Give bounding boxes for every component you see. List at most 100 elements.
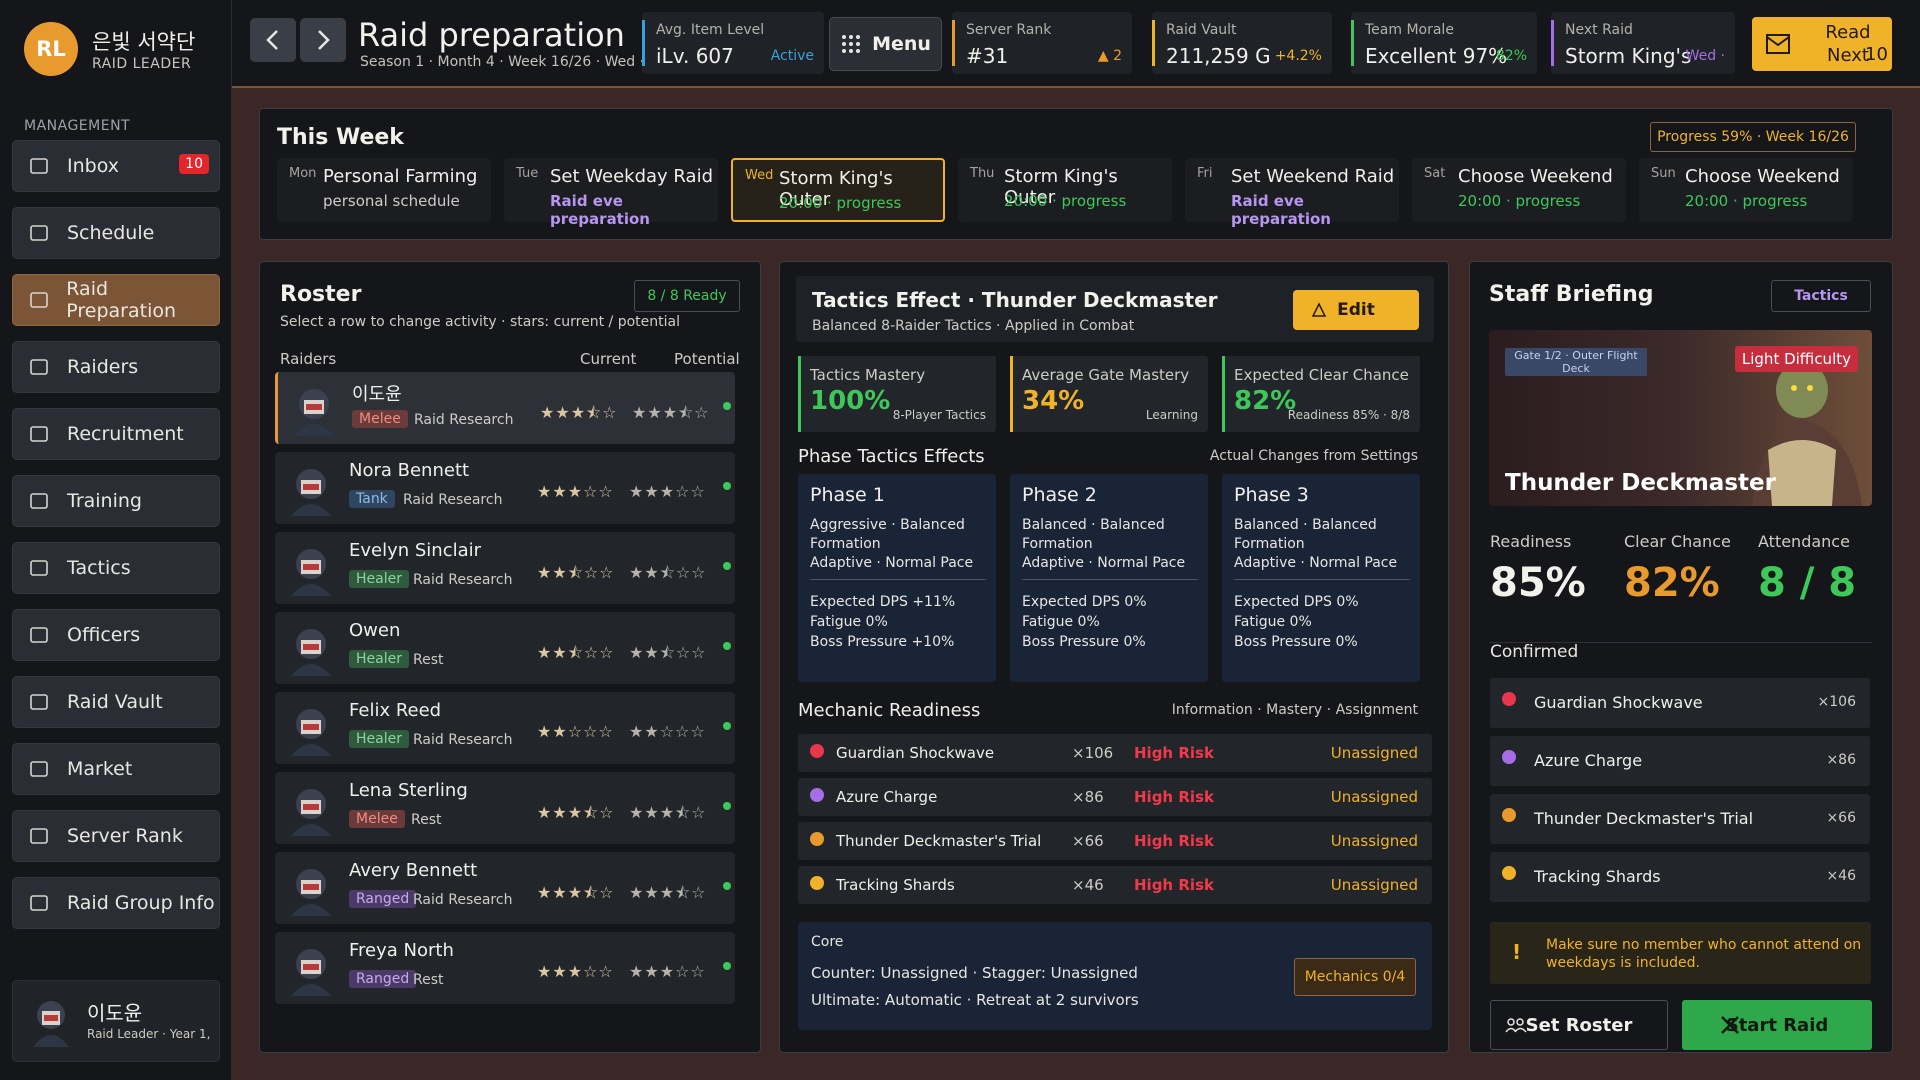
sidebar-item-raid-vault[interactable]: Raid Vault (12, 676, 220, 728)
day-sun[interactable]: Sun Choose Weekend 20:00 · progress (1639, 158, 1853, 222)
sidebar-item-recruitment[interactable]: Recruitment (12, 408, 220, 460)
roster-row[interactable]: Lena Sterling Melee Rest ★★★⯪☆ ★★★⯪☆ (275, 772, 735, 844)
mechanic-row[interactable]: Azure Charge ×86 High Risk Unassigned (798, 778, 1432, 816)
tab-tactics[interactable]: Tactics (1771, 280, 1871, 312)
day-title: Personal Farming (323, 166, 478, 187)
raider-activity: Raid Research (403, 492, 503, 508)
confirmed-count: ×106 (1817, 694, 1856, 710)
mechanic-name: Thunder Deckmaster's Trial (836, 832, 1042, 850)
day-mon[interactable]: Mon Personal Farming personal schedule (277, 158, 491, 222)
roster-row[interactable]: 이도윤 Melee Raid Research ★★★⯪☆ ★★★⯪☆ (275, 372, 735, 444)
sidebar-item-inbox[interactable]: Inbox 10 (12, 140, 220, 192)
stat-accent (952, 20, 955, 66)
potential-stars: ★★★☆☆ (629, 962, 706, 981)
confirmed-item[interactable]: Azure Charge ×86 (1490, 736, 1870, 786)
roster-row[interactable]: Avery Bennett Ranged Raid Research ★★★⯪☆ ★★★… (275, 852, 735, 924)
metric-card: Expected Clear Chance 82% Readiness 85% · … (1222, 356, 1420, 432)
set-roster-button[interactable]: Set Roster (1490, 1000, 1668, 1050)
day-thu[interactable]: Thu Storm King's Outer 20:00 · progress (958, 158, 1172, 222)
col-raiders: Raiders (280, 350, 337, 368)
mechanic-row[interactable]: Thunder Deckmaster's Trial ×66 High Risk Un… (798, 822, 1432, 860)
shield-icon (27, 623, 51, 647)
day-status: 20:00 · progress (1458, 192, 1581, 210)
raider-activity: Rest (413, 652, 444, 668)
sidebar-item-server-rank[interactable]: Server Rank (12, 810, 220, 862)
avatar (285, 542, 337, 596)
confirmed-item[interactable]: Tracking Shards ×46 (1490, 852, 1870, 902)
crossed-swords-icon (1721, 1016, 1739, 1034)
mechanic-dot (1502, 808, 1516, 822)
boss-banner: Gate 1/2 · Outer Flight Deck Light Diffi… (1489, 330, 1872, 506)
sidebar-item-label: Raiders (67, 356, 139, 378)
risk-label: High Risk (1134, 832, 1214, 850)
potential-stars: ★★☆☆☆ (629, 722, 706, 741)
sidebar-item-label: Tactics (67, 557, 131, 579)
sidebar-item-market[interactable]: Market (12, 743, 220, 795)
sidebar-item-tactics[interactable]: Tactics (12, 542, 220, 594)
phase-name: Phase 2 (1022, 484, 1097, 506)
roster-title: Roster (280, 282, 362, 307)
metric-accent (1222, 356, 1225, 432)
boss-name: Thunder Deckmaster (1505, 470, 1776, 496)
day-tue[interactable]: Tue Set Weekday Raid Raid eve preparation (504, 158, 718, 228)
roster-row[interactable]: Felix Reed Healer Raid Research ★★☆☆☆ ★★☆☆☆ (275, 692, 735, 764)
mechanic-dot (1502, 866, 1516, 880)
tactics-title: Tactics Effect · Thunder Deckmaster (812, 288, 1218, 312)
day-wed[interactable]: Wed Storm King's Outer 20:00 · progress (731, 158, 945, 222)
sidebar-item-raid-group-info[interactable]: Raid Group Info (12, 877, 220, 929)
start-raid-button[interactable]: Start Raid (1682, 1000, 1872, 1050)
back-button[interactable] (250, 18, 296, 62)
guild-logo: RL (24, 22, 78, 76)
confirmed-name: Azure Charge (1534, 751, 1643, 770)
current-stars: ★★⯪☆☆ (537, 643, 615, 662)
sidebar-item-training[interactable]: Training (12, 475, 220, 527)
calendar-icon (27, 221, 51, 245)
mech-title: Mechanic Readiness (798, 700, 981, 721)
read-next-button[interactable]: Read Next 10 (1752, 17, 1892, 71)
sidebar-item-officers[interactable]: Officers (12, 609, 220, 661)
phase-card: Phase 2 Balanced · Balanced Formation Ada… (1010, 474, 1208, 682)
raider-activity: Raid Research (413, 892, 513, 908)
sidebar-item-raid-preparation[interactable]: Raid Preparation (12, 274, 220, 326)
sidebar-item-raiders[interactable]: Raiders (12, 341, 220, 393)
briefing-stat-label: Readiness (1490, 532, 1572, 551)
raider-name: Evelyn Sinclair (349, 540, 482, 561)
roster-row[interactable]: Evelyn Sinclair Healer Raid Research ★★⯪☆☆ ★… (275, 532, 735, 604)
difficulty-badge: Light Difficulty (1734, 346, 1858, 372)
raider-activity: Rest (413, 972, 444, 988)
stat-next-raid: Next Raid Storm King's Wed · (1551, 12, 1735, 74)
current-stars: ★★⯪☆☆ (537, 563, 615, 582)
menu-button[interactable]: Menu (829, 17, 942, 71)
phase-note: Actual Changes from Settings (1209, 448, 1418, 464)
mechanic-dot (1502, 750, 1516, 764)
edit-button[interactable]: Edit (1293, 290, 1419, 330)
day-fri[interactable]: Fri Set Weekend Raid Raid eve preparation (1185, 158, 1399, 228)
ready-indicator (723, 962, 731, 970)
mechanics-button[interactable]: Mechanics 0/4 (1294, 958, 1416, 996)
avatar (33, 1001, 69, 1047)
confirmed-item[interactable]: Guardian Shockwave ×106 (1490, 678, 1870, 728)
day-sat[interactable]: Sat Choose Weekend 20:00 · progress (1412, 158, 1626, 222)
raider-activity: Rest (411, 812, 442, 828)
day-label: Sun (1651, 166, 1676, 181)
avatar (285, 862, 337, 916)
potential-stars: ★★★⯪☆ (632, 403, 710, 422)
mechanic-row[interactable]: Guardian Shockwave ×106 High Risk Unassigne… (798, 734, 1432, 772)
day-status: Raid eve preparation (1231, 192, 1331, 228)
roster-hint: Select a row to change activity · stars:… (280, 314, 680, 330)
roster-row[interactable]: Nora Bennett Tank Raid Research ★★★☆☆ ★★★☆☆ (275, 452, 735, 524)
roster-row[interactable]: Freya North Ranged Rest ★★★☆☆ ★★★☆☆ (275, 932, 735, 1004)
profile-card[interactable]: 이도윤 Raid Leader · Year 1, (12, 980, 220, 1062)
forward-button[interactable] (300, 18, 346, 62)
sidebar-item-label: Raid Group Info (67, 892, 215, 914)
roster-row[interactable]: Owen Healer Rest ★★⯪☆☆ ★★⯪☆☆ (275, 612, 735, 684)
day-title: Set Weekend Raid (1231, 166, 1395, 187)
mechanic-row[interactable]: Tracking Shards ×46 High Risk Unassigned (798, 866, 1432, 904)
assignment-label: Unassigned (1330, 876, 1418, 894)
confirmed-item[interactable]: Thunder Deckmaster's Trial ×66 (1490, 794, 1870, 844)
col-potential: Potential (674, 350, 740, 368)
role-badge: Healer (349, 650, 409, 668)
assignment-label: Unassigned (1330, 788, 1418, 806)
raider-name: Freya North (349, 940, 454, 961)
sidebar-item-schedule[interactable]: Schedule (12, 207, 220, 259)
